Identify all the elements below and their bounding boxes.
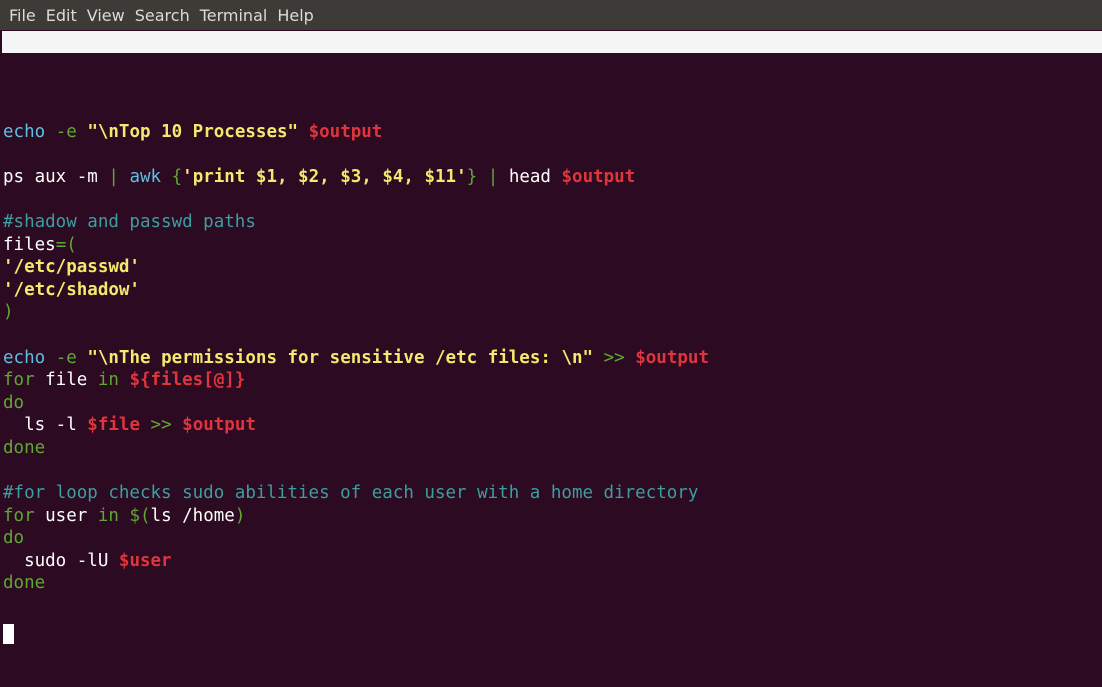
token-text: file — [34, 370, 98, 391]
menu-edit[interactable]: Edit — [41, 6, 82, 25]
token-text: ps aux -m — [3, 166, 109, 187]
code-line — [3, 618, 709, 644]
token-option: ) — [3, 302, 14, 323]
token-option: | — [487, 166, 499, 187]
file-name: sys_info.sh — [879, 76, 992, 96]
token-option: | — [108, 166, 119, 187]
menu-bar: File Edit View Search Terminal Help — [0, 0, 1102, 30]
nano-title-bar: GNU nano 2.9.3 sys_info.sh — [2, 31, 1102, 96]
token-comment: #shadow and passwd paths — [3, 211, 256, 232]
code-line: '/etc/passwd' — [3, 256, 709, 279]
token-text: user — [34, 505, 98, 526]
token-option: >> — [150, 415, 172, 436]
code-line: echo -e "\nTop 10 Processes" $output — [3, 121, 709, 144]
token-variable: ${files[@]} — [129, 370, 246, 391]
token-keyword: echo — [3, 121, 46, 142]
code-line: done — [3, 572, 709, 595]
code-line: '/etc/shadow' — [3, 279, 709, 302]
code-line: sudo -lU $user — [3, 550, 709, 573]
token-string: '/etc/passwd' — [3, 257, 140, 278]
token-text: files — [3, 234, 56, 255]
token-option: do — [3, 392, 25, 413]
token-text: head — [498, 166, 562, 187]
code-line: done — [3, 437, 709, 460]
token-variable: $output — [635, 347, 709, 368]
token-comment: #for loop checks sudo abilities of each … — [3, 483, 699, 504]
token-option: -e — [55, 121, 77, 142]
token-option: for — [3, 370, 35, 391]
code-line: for file in ${files[@]} — [3, 369, 709, 392]
code-line: do — [3, 392, 709, 415]
token-string: '/etc/shadow' — [3, 279, 140, 300]
code-line: ls -l $file >> $output — [3, 414, 709, 437]
token-text: ls /home — [150, 505, 235, 526]
menu-search[interactable]: Search — [130, 6, 195, 25]
code-line: #for loop checks sudo abilities of each … — [3, 482, 709, 505]
token-variable: $output — [182, 415, 256, 436]
code-line: ) — [3, 301, 709, 324]
menu-help[interactable]: Help — [272, 6, 318, 25]
token-keyword: awk — [129, 166, 162, 187]
code-line: do — [3, 527, 709, 550]
token-option: ) — [234, 505, 246, 526]
token-string: "\nThe permissions for sensitive /etc fi… — [87, 347, 594, 368]
menu-view[interactable]: View — [82, 6, 130, 25]
token-option: do — [3, 528, 25, 549]
code-line: #shadow and passwd paths — [3, 211, 709, 234]
token-option: done — [3, 573, 46, 594]
code-line: for user in $(ls /home) — [3, 505, 709, 528]
token-variable: $output — [308, 121, 383, 142]
token-option: =( — [55, 234, 77, 255]
token-option: in — [97, 505, 119, 526]
token-option: >> — [603, 347, 625, 368]
app-version: GNU nano 2.9.3 — [24, 54, 168, 74]
text-editor-area[interactable]: echo -e "\nTop 10 Processes" $output ps a… — [3, 98, 709, 644]
code-line: ps aux -m | awk {'print $1, $2, $3, $4, … — [3, 166, 709, 189]
token-keyword: echo — [3, 347, 46, 368]
token-option: for — [3, 505, 35, 526]
token-string: "\nTop 10 Processes" — [87, 121, 299, 142]
code-line: files=( — [3, 234, 709, 257]
text-cursor — [3, 623, 14, 644]
token-option: done — [3, 437, 46, 458]
token-variable: $file — [87, 415, 140, 436]
menu-terminal[interactable]: Terminal — [195, 6, 273, 25]
menu-file[interactable]: File — [4, 6, 41, 25]
token-text: ls -l — [3, 415, 88, 436]
token-option: } — [466, 166, 478, 187]
token-string: 'print $1, $2, $3, $4, $11' — [182, 166, 467, 187]
token-option: -e — [55, 347, 77, 368]
code-line: echo -e "\nThe permissions for sensitive… — [3, 347, 709, 370]
token-variable: $output — [561, 166, 636, 187]
token-variable: $user — [118, 550, 172, 571]
token-text: sudo -lU — [3, 550, 119, 571]
token-option: $( — [129, 505, 151, 526]
token-option: { — [171, 166, 183, 187]
token-option: in — [97, 370, 119, 391]
